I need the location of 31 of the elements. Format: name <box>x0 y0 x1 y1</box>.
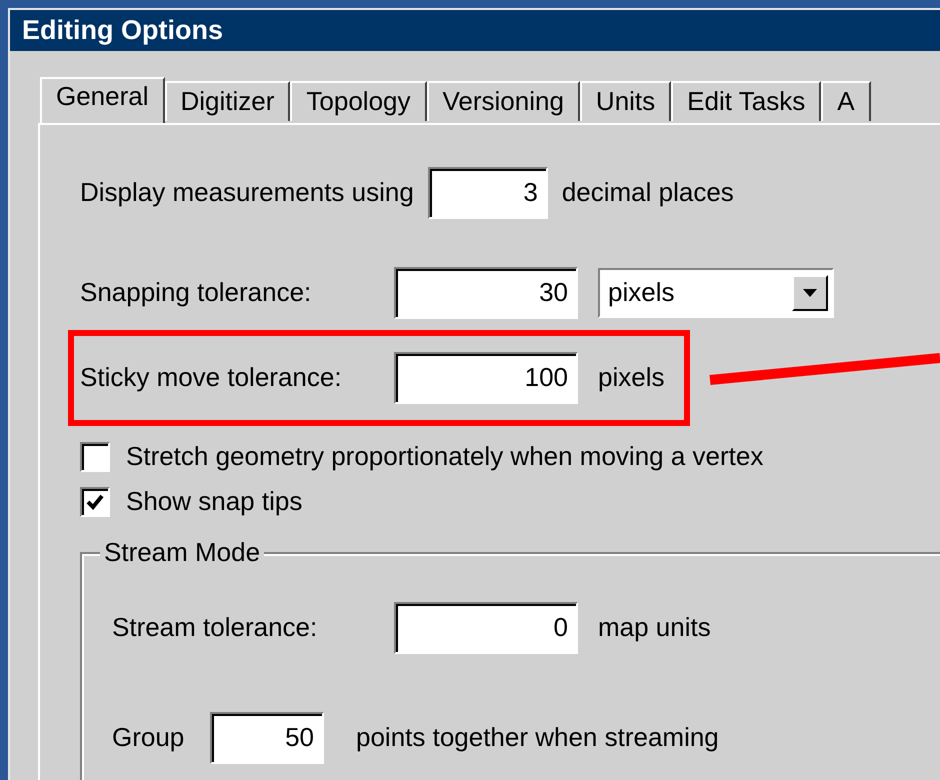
checkbox-label: Show snap tips <box>126 485 302 518</box>
field-label: points together when streaming <box>356 721 719 754</box>
tab[interactable]: A <box>821 80 871 120</box>
window-title: Editing Options <box>10 10 940 50</box>
tab[interactable]: General <box>40 76 164 122</box>
field-label: map units <box>598 611 711 644</box>
checkbox[interactable] <box>80 486 110 516</box>
checkbox[interactable] <box>80 442 110 472</box>
field-label: Sticky move tolerance: <box>80 361 343 394</box>
tab[interactable]: Units <box>580 80 672 120</box>
stream-tolerance-field[interactable]: 0 <box>394 602 578 654</box>
decimal-places-field[interactable]: 3 <box>428 166 548 218</box>
sticky-move-tolerance-field[interactable]: 100 <box>394 352 578 404</box>
field-label: Group <box>112 721 186 754</box>
tab[interactable]: Topology <box>290 80 426 120</box>
snapping-tolerance-field[interactable]: 30 <box>394 266 578 318</box>
group-points-field[interactable]: 50 <box>210 712 324 764</box>
checkbox-label: Stretch geometry proportionately when moving a vertex <box>126 440 764 473</box>
field-label: pixels <box>598 361 664 394</box>
tab[interactable]: Versioning <box>426 80 580 120</box>
dropdown-value: pixels <box>608 276 674 309</box>
field-label: decimal places <box>562 176 734 209</box>
unit-dropdown[interactable]: pixels <box>598 268 834 318</box>
tab[interactable]: Digitizer <box>164 80 290 120</box>
field-label: Stream tolerance: <box>112 611 318 644</box>
caret-icon <box>803 288 817 296</box>
field-label: Snapping tolerance: <box>80 276 312 309</box>
field-label: Display measurements using <box>80 176 414 209</box>
tab[interactable]: Edit Tasks <box>671 80 822 120</box>
dropdown-arrow-button[interactable] <box>792 274 828 310</box>
checkmark-icon <box>86 494 104 510</box>
